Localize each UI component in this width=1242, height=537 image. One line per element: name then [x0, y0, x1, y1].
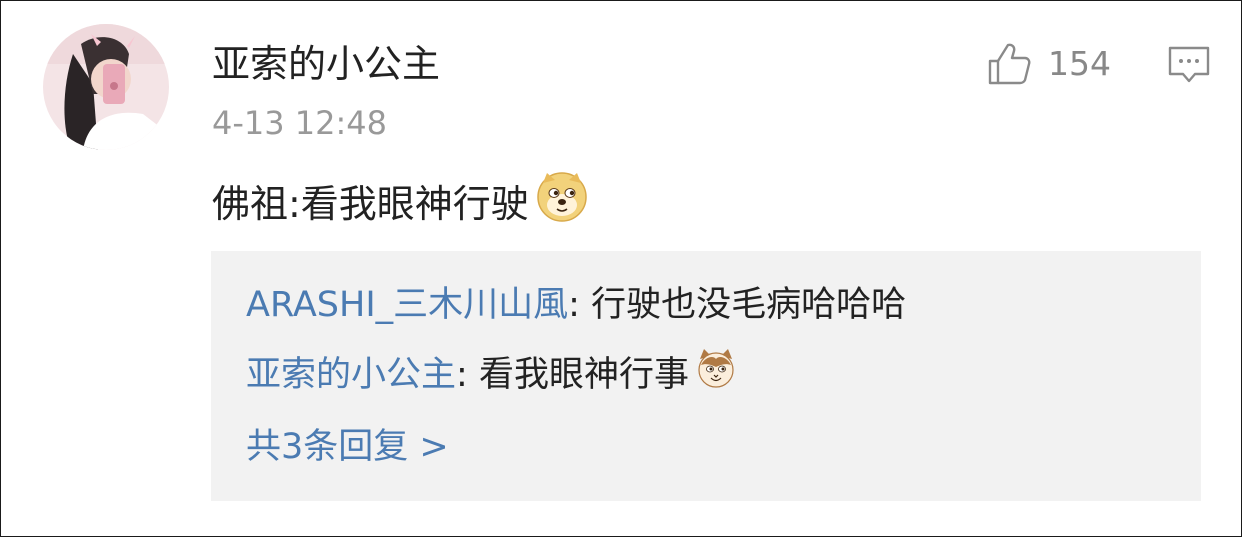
avatar-photo-icon	[43, 24, 169, 150]
comment-username[interactable]: 亚索的小公主	[212, 39, 440, 89]
comment-bubble-icon	[1168, 46, 1210, 83]
replies-panel: ARASHI_三木川山風 : 行驶也没毛病哈哈哈 亚索的小公主 : 看我眼神行事	[211, 251, 1201, 501]
reply-author[interactable]: ARASHI_三木川山風	[246, 280, 568, 330]
reply-text: 行驶也没毛病哈哈哈	[591, 285, 907, 325]
cat-emoji-icon	[695, 347, 737, 403]
reply-text: 看我眼神行事	[478, 355, 689, 395]
reply-separator: :	[568, 285, 592, 325]
reply-item: ARASHI_三木川山風 : 行驶也没毛病哈哈哈	[246, 280, 906, 330]
reply-item: 亚索的小公主 : 看我眼神行事	[246, 347, 737, 403]
like-button[interactable]: 154	[986, 39, 1111, 89]
reply-separator: :	[456, 355, 479, 395]
avatar[interactable]	[43, 24, 169, 150]
comment-time: 4-13 12:48	[212, 104, 388, 142]
like-count: 154	[1048, 44, 1111, 83]
comment-text: 佛祖:看我眼神行驶	[212, 181, 529, 226]
thumbs-up-icon	[988, 43, 1031, 85]
view-all-replies-link[interactable]: 共3条回复 >	[246, 422, 449, 472]
doge-emoji-icon	[535, 169, 589, 232]
comment-card: 亚索的小公主 4-13 12:48 154 佛祖:看我眼神行驶 ARASHI_三…	[0, 0, 1242, 537]
reply-author[interactable]: 亚索的小公主	[246, 350, 456, 400]
comment-button[interactable]	[1165, 41, 1213, 89]
comment-content: 佛祖:看我眼神行驶	[212, 171, 589, 229]
